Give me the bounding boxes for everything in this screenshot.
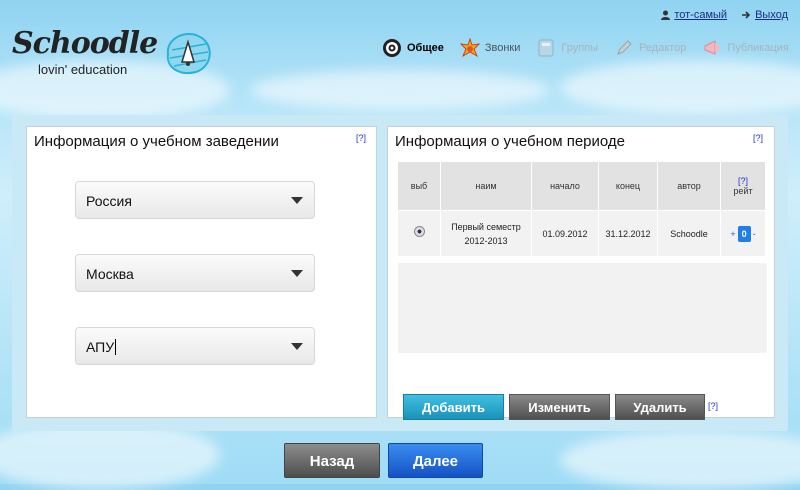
nav-label-bells: Звонки [484,42,521,54]
nav-label-editor: Редактор [639,42,687,54]
username-label: тот-самый [674,9,728,21]
nav-item-general[interactable]: Общее [382,38,444,58]
col-header-rating: [?] рейт [721,162,765,210]
cell-name: Первый семестр 2012-2013 [441,211,531,256]
period-panel: Информация о учебном периоде [?] выб наи… [387,126,775,420]
table-row[interactable]: Первый семестр 2012-2013 01.09.2012 31.1… [398,211,765,256]
rating-control: + 0 - [730,225,756,242]
cell-rating: + 0 - [721,211,765,256]
profile-link[interactable]: тот-самый [661,9,727,21]
periods-table: выб наим начало конец автор [?] рейт Пер… [397,161,766,257]
megaphone-icon [704,40,720,55]
period-title: Информация о учебном периоде [395,133,625,150]
nav-label-groups: Группы [561,42,599,54]
nav-label-general: Общее [407,42,444,54]
period-radio[interactable] [413,226,425,237]
book-icon [538,39,554,57]
cell-start: 01.09.2012 [532,211,598,256]
main-content: Информация о учебном заведении [?] Росси… [12,115,788,431]
cell-end: 31.12.2012 [599,211,657,256]
nav-item-editor[interactable]: Редактор [614,38,686,58]
user-bar: тот-самый Выход [661,9,788,21]
city-select[interactable]: Москва [75,254,315,292]
cell-author: Schoodle [658,211,720,256]
col-header-start: начало [532,162,598,210]
institution-help-link[interactable]: [?] [356,133,366,143]
cloud-decoration [560,60,800,115]
chevron-down-icon [291,270,303,277]
next-button[interactable]: Далее [388,443,483,478]
table-header-row: выб наим начало конец автор [?] рейт [398,162,765,210]
edit-button[interactable]: Изменить [509,394,610,420]
bell-icon [459,38,480,58]
country-select[interactable]: Россия [75,181,315,219]
school-value: АПУ [86,339,117,355]
user-icon [661,10,671,20]
back-button[interactable]: Назад [284,443,380,478]
rating-help-link[interactable]: [?] [722,176,764,186]
logo-tagline: lovin' education [38,62,128,77]
cell-select[interactable] [398,211,440,256]
city-value: Москва [86,266,134,282]
nav-label-publish: Публикация [727,42,789,54]
pencil-icon [617,40,632,55]
rating-header-label: рейт [733,186,753,196]
table-empty-area [398,263,767,353]
logout-link[interactable]: Выход [741,9,788,21]
cloud-decoration [250,70,550,110]
logo-wordmark: Schoodle [12,26,158,61]
period-help-link[interactable]: [?] [753,133,763,143]
logout-arrow-icon [742,11,751,19]
logout-label: Выход [755,9,788,21]
nav-item-bells[interactable]: Звонки [459,38,521,58]
school-select[interactable]: АПУ [75,327,315,365]
chevron-down-icon [291,343,303,350]
target-icon [383,39,401,57]
col-header-author: автор [658,162,720,210]
cloud-decoration [560,430,800,490]
chevron-down-icon [291,197,303,204]
rating-value: 0 [737,225,751,242]
buttons-help-link[interactable]: [?] [708,401,718,411]
add-button[interactable]: Добавить [403,394,504,420]
rating-up-button[interactable]: + [730,227,735,241]
delete-button[interactable]: Удалить [615,394,705,420]
country-value: Россия [86,193,132,209]
col-header-name: наим [441,162,531,210]
col-header-select: выб [398,162,440,210]
nav-item-groups[interactable]: Группы [536,38,598,58]
nav-item-publish[interactable]: Публикация [702,38,789,58]
text-cursor [115,339,117,355]
rating-down-button[interactable]: - [753,227,756,241]
col-header-end: конец [599,162,657,210]
institution-panel: Информация о учебном заведении [?] Росси… [26,126,377,418]
bell-scribble-icon [166,33,211,74]
institution-title: Информация о учебном заведении [34,133,279,150]
main-nav: Общее Звонки Группы Редактор Публикация [382,38,800,58]
schoodle-logo[interactable]: Schoodle lovin' education [12,26,212,82]
